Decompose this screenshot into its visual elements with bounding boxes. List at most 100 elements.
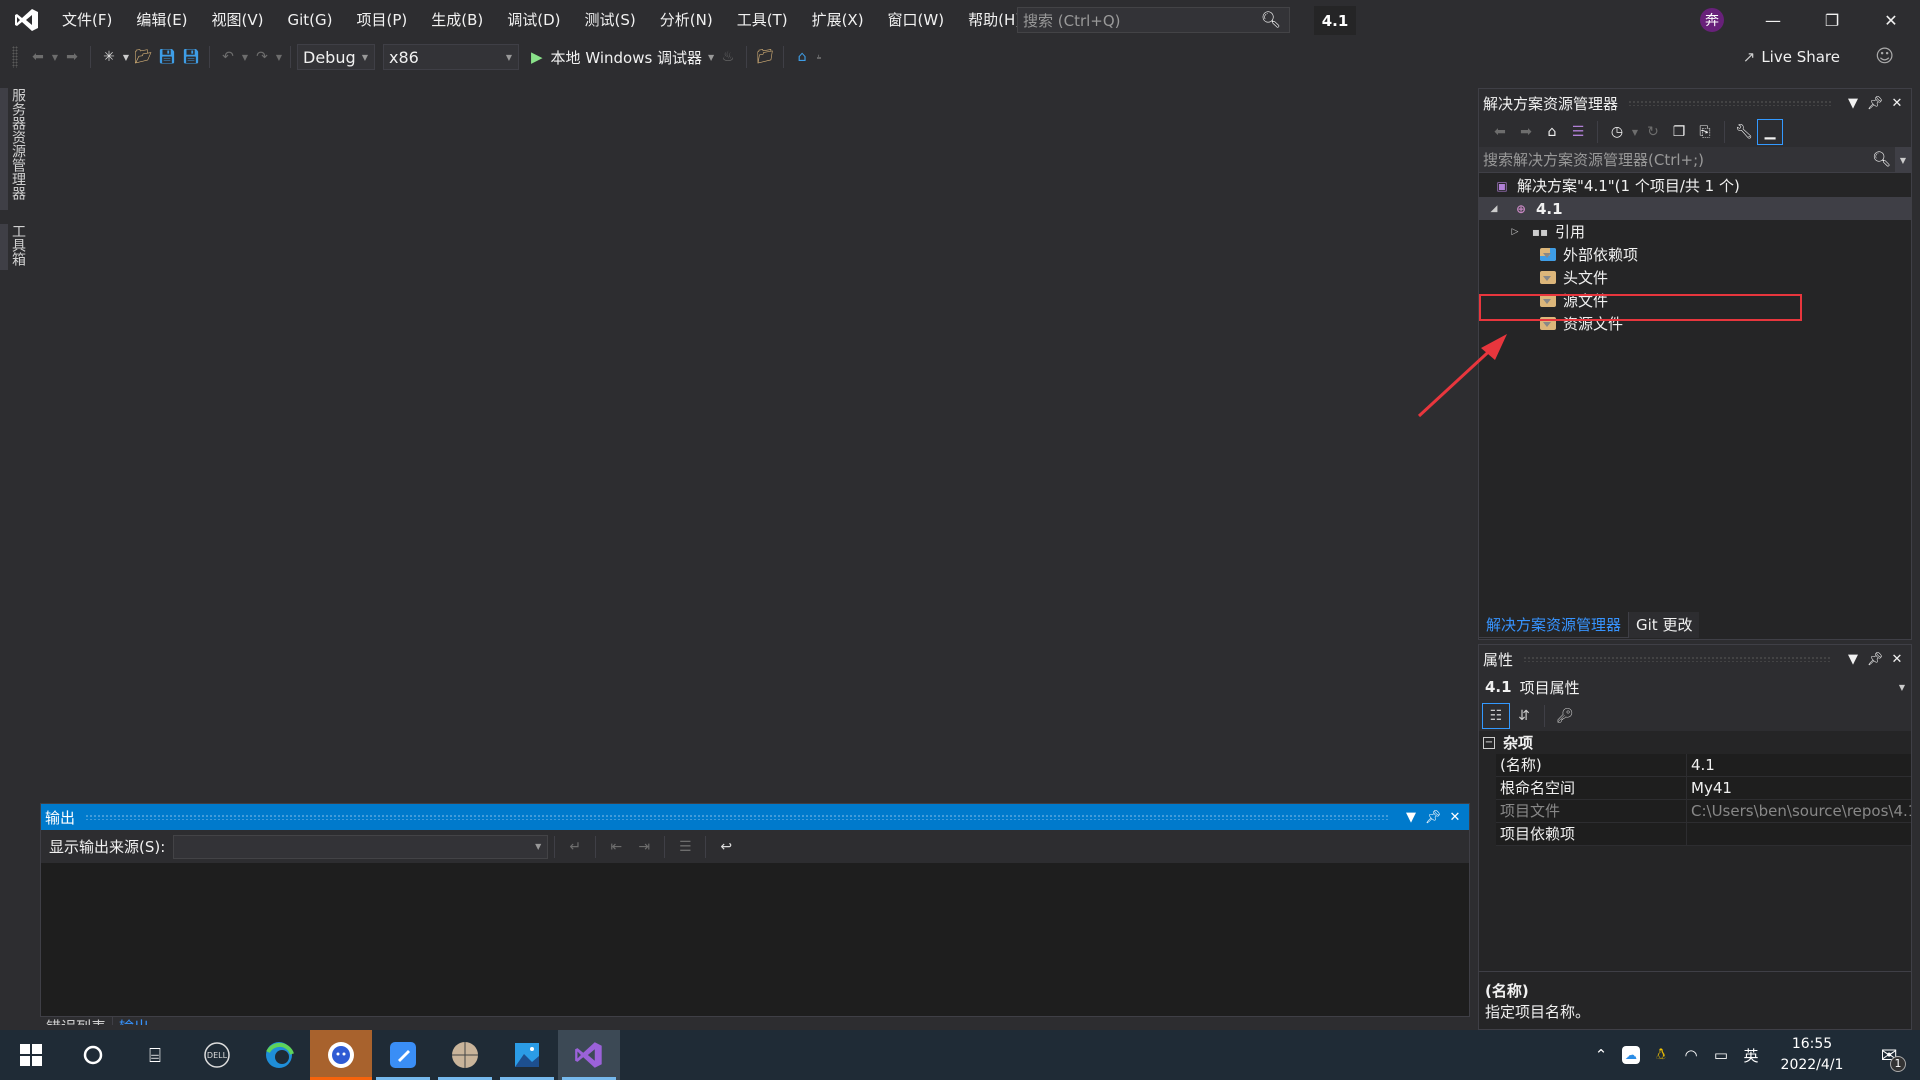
navigate-forward-button[interactable]: ➡ xyxy=(60,45,84,69)
output-source-select[interactable]: ▼ xyxy=(173,834,549,859)
menu-project[interactable]: 项目(P) xyxy=(345,0,420,40)
menu-view[interactable]: 视图(V) xyxy=(200,0,276,40)
show-hidden-icons-button[interactable]: ⌃ xyxy=(1586,1030,1616,1080)
collapse-category-icon[interactable]: − xyxy=(1483,736,1495,749)
menu-window[interactable]: 窗口(W) xyxy=(876,0,957,40)
pending-changes-filter-button[interactable]: ◷ xyxy=(1604,119,1630,145)
search-taskbar-button[interactable] xyxy=(62,1030,124,1080)
taskbar-app-photo-avatar[interactable] xyxy=(434,1030,496,1080)
toolbar-options-icon[interactable]: ⫨ xyxy=(814,52,824,62)
open-file-button[interactable]: 📂︎ xyxy=(131,45,155,69)
property-value[interactable]: My41 xyxy=(1687,777,1911,799)
redo-dropdown-icon[interactable]: ▼ xyxy=(274,53,284,62)
taskbar-app-notes[interactable] xyxy=(372,1030,434,1080)
tab-error-list[interactable]: 错误列表 xyxy=(40,1017,112,1025)
properties-button[interactable]: 🔧︎ xyxy=(1731,119,1757,145)
live-share-button[interactable]: ↗ Live Share xyxy=(1743,40,1840,74)
collapsed-triangle-icon[interactable]: ▷ xyxy=(1507,227,1523,237)
output-panel-header[interactable]: 输出 ▼ 📌︎ ✕ xyxy=(41,804,1469,830)
properties-header[interactable]: 属性 ▼ 📌︎ ✕ xyxy=(1479,645,1911,673)
clear-all-button[interactable]: ☰ xyxy=(671,835,699,859)
pin-icon[interactable]: 📌︎ xyxy=(1865,96,1885,111)
solution-configuration-select[interactable]: Debug ▼ xyxy=(297,44,375,70)
wifi-tray-icon[interactable]: ◠ xyxy=(1676,1030,1706,1080)
new-item-dropdown-icon[interactable]: ▼ xyxy=(121,53,131,62)
hot-reload-button[interactable]: ♨ xyxy=(716,45,740,69)
taskbar-clock[interactable]: 16:55 2022/4/1 xyxy=(1766,1034,1858,1076)
undo-dropdown-icon[interactable]: ▼ xyxy=(240,53,250,62)
task-view-button[interactable]: ⌸ xyxy=(124,1030,186,1080)
user-avatar[interactable]: 奔 xyxy=(1700,8,1724,32)
close-panel-icon[interactable]: ✕ xyxy=(1887,652,1907,667)
menu-git[interactable]: Git(G) xyxy=(276,0,345,40)
taskbar-app-visual-studio[interactable] xyxy=(558,1030,620,1080)
tree-item-header-files[interactable]: 头文件 xyxy=(1479,266,1911,289)
tree-item-references[interactable]: ▷ ▪▪ 引用 xyxy=(1479,220,1911,243)
close-panel-icon[interactable]: ✕ xyxy=(1445,810,1465,825)
save-button[interactable]: 💾︎ xyxy=(155,45,179,69)
debug-target-dropdown-icon[interactable]: ▼ xyxy=(706,53,716,62)
home-button[interactable]: ⌂ xyxy=(1539,119,1565,145)
toggle-word-wrap-button[interactable]: ↩ xyxy=(712,835,740,859)
solution-platform-select[interactable]: x86 ▼ xyxy=(383,44,519,70)
back-button[interactable]: ⬅ xyxy=(1487,119,1513,145)
taskbar-app-edge[interactable] xyxy=(248,1030,310,1080)
taskbar-app-active-orange[interactable] xyxy=(310,1030,372,1080)
input-method-indicator[interactable]: 英 xyxy=(1736,1030,1766,1080)
show-all-files-button[interactable]: ⎘ xyxy=(1692,119,1718,145)
menu-build[interactable]: 生成(B) xyxy=(419,0,495,40)
window-position-dropdown-icon[interactable]: ▼ xyxy=(1843,96,1863,111)
toolbox-tab[interactable]: 工具箱 xyxy=(8,224,28,266)
property-row[interactable]: 项目文件 C:\Users\ben\source\repos\4.1 xyxy=(1496,800,1911,823)
tab-solution-explorer[interactable]: 解决方案资源管理器 xyxy=(1478,612,1630,638)
properties-object-select[interactable]: 4.1 项目属性 ▼ xyxy=(1479,673,1911,701)
alphabetical-button[interactable]: ⇵ xyxy=(1510,703,1538,729)
battery-tray-icon[interactable]: ▭ xyxy=(1706,1030,1736,1080)
taskbar-app-photos[interactable] xyxy=(496,1030,558,1080)
feedback-icon[interactable]: ☺ xyxy=(1875,46,1894,67)
redo-button[interactable]: ↷ xyxy=(250,45,274,69)
property-row[interactable]: (名称) 4.1 xyxy=(1496,754,1911,777)
property-row[interactable]: 根命名空间 My41 xyxy=(1496,777,1911,800)
property-row[interactable]: 项目依赖项 xyxy=(1496,823,1911,846)
find-message-in-code-button[interactable]: ↵ xyxy=(561,835,589,859)
property-category-misc[interactable]: − 杂项 xyxy=(1479,731,1911,754)
qq-tray-icon[interactable]: 🐧︎ xyxy=(1646,1030,1676,1080)
start-debugging-button[interactable]: ▶ 本地 Windows 调试器 xyxy=(531,47,702,68)
switch-views-button[interactable]: ☰ xyxy=(1565,119,1591,145)
window-position-dropdown-icon[interactable]: ▼ xyxy=(1843,652,1863,667)
property-pages-button[interactable]: 🔑︎ xyxy=(1551,703,1579,729)
tab-output[interactable]: 输出 xyxy=(112,1017,155,1025)
taskbar-app-dell[interactable]: DELL xyxy=(186,1030,248,1080)
find-in-files-button[interactable]: 📁︎ xyxy=(753,45,777,69)
sync-button[interactable]: ↻ xyxy=(1640,119,1666,145)
next-message-button[interactable]: ⇥ xyxy=(630,835,658,859)
save-all-button[interactable]: 💾︎ xyxy=(179,45,203,69)
menu-file[interactable]: 文件(F) xyxy=(50,0,124,40)
categorized-button[interactable]: ☷ xyxy=(1482,703,1510,729)
previous-message-button[interactable]: ⇤ xyxy=(602,835,630,859)
menu-analyze[interactable]: 分析(N) xyxy=(648,0,725,40)
menu-edit[interactable]: 编辑(E) xyxy=(124,0,199,40)
menu-test[interactable]: 测试(S) xyxy=(573,0,648,40)
search-options-dropdown-icon[interactable]: ▼ xyxy=(1895,147,1911,173)
filter-dropdown-icon[interactable]: ▼ xyxy=(1630,128,1640,137)
forward-button[interactable]: ➡ xyxy=(1513,119,1539,145)
window-position-dropdown-icon[interactable]: ▼ xyxy=(1401,810,1421,825)
tab-git-changes[interactable]: Git 更改 xyxy=(1629,612,1700,638)
start-button[interactable] xyxy=(0,1030,62,1080)
tree-item-external-dependencies[interactable]: 外部依赖项 xyxy=(1479,243,1911,266)
minimize-button[interactable]: — xyxy=(1744,0,1802,40)
close-panel-icon[interactable]: ✕ xyxy=(1887,96,1907,111)
action-center-button[interactable]: ✉ 1 xyxy=(1858,1030,1920,1080)
menu-extensions[interactable]: 扩展(X) xyxy=(800,0,876,40)
back-dropdown-icon[interactable]: ▼ xyxy=(50,53,60,62)
baidu-netdisk-tray-icon[interactable]: ☁ xyxy=(1616,1030,1646,1080)
expanded-triangle-icon[interactable]: ◢ xyxy=(1486,204,1502,214)
undo-button[interactable]: ↶ xyxy=(216,45,240,69)
solution-explorer-search-input[interactable]: 搜索解决方案资源管理器(Ctrl+;) 🔍︎ ▼ xyxy=(1479,147,1911,173)
property-value[interactable]: 4.1 xyxy=(1687,754,1911,776)
menu-debug[interactable]: 调试(D) xyxy=(495,0,572,40)
preview-selected-items-button[interactable]: ▁ xyxy=(1757,119,1783,145)
restore-button[interactable]: ❐ xyxy=(1803,0,1861,40)
